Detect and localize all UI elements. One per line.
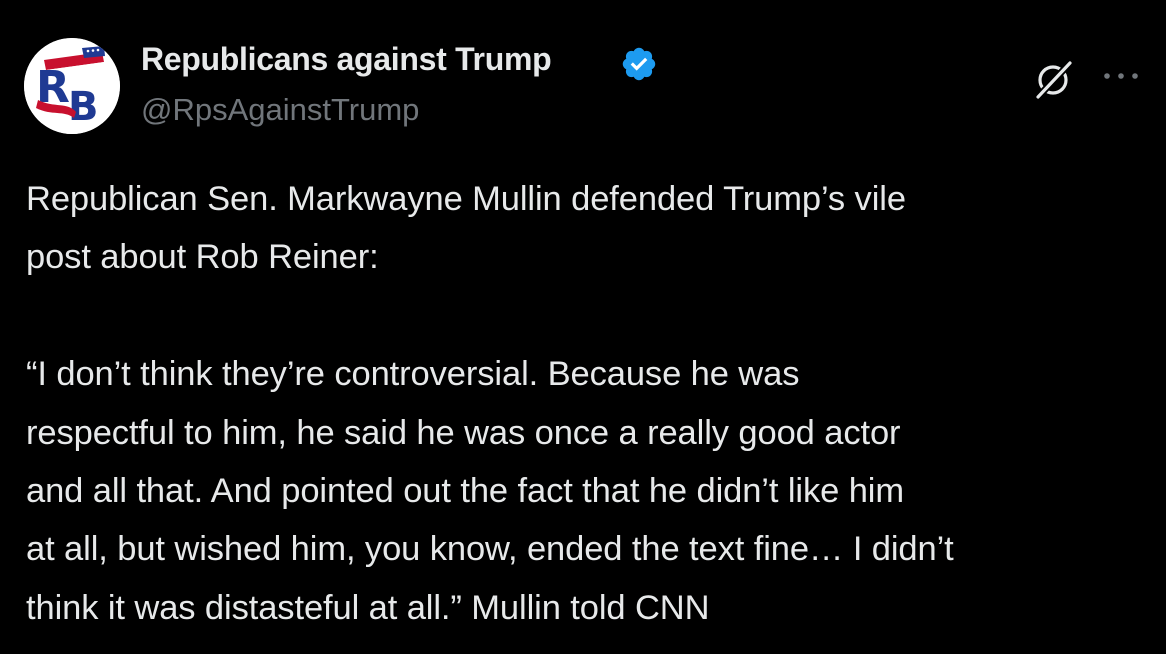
grok-icon[interactable] [1030,55,1078,103]
tweet-text: Republican Sen. Markwayne Mullin defende… [26,170,1151,637]
avatar-letter-b: B [68,84,99,130]
tweet-text-line: respectful to him, he said he was once a… [26,413,901,452]
avatar[interactable]: R B [24,38,120,134]
display-name[interactable]: Republicans against Trump [141,41,552,78]
tweet-text-line: and all that. And pointed out the fact t… [26,472,904,511]
tweet-text-line: Republican Sen. Markwayne Mullin defende… [26,180,906,218]
handle[interactable]: @RpsAgainstTrump [141,92,419,128]
republicans-against-trump-logo: R B [24,38,120,134]
verified-badge-icon[interactable] [620,45,658,83]
tweet-text-line: post about Rob Reiner: [26,238,379,277]
tweet-text-line: think it was distasteful at all.” Mullin… [26,588,710,627]
tweet-text-line: “I don’t think they’re controversial. Be… [26,355,800,394]
tweet-text-line: at all, but wished him, you know, ended … [26,530,954,569]
tweet-card: R B Republicans against Trump @RpsAgains… [0,0,1166,654]
more-options-icon[interactable] [1101,66,1141,86]
